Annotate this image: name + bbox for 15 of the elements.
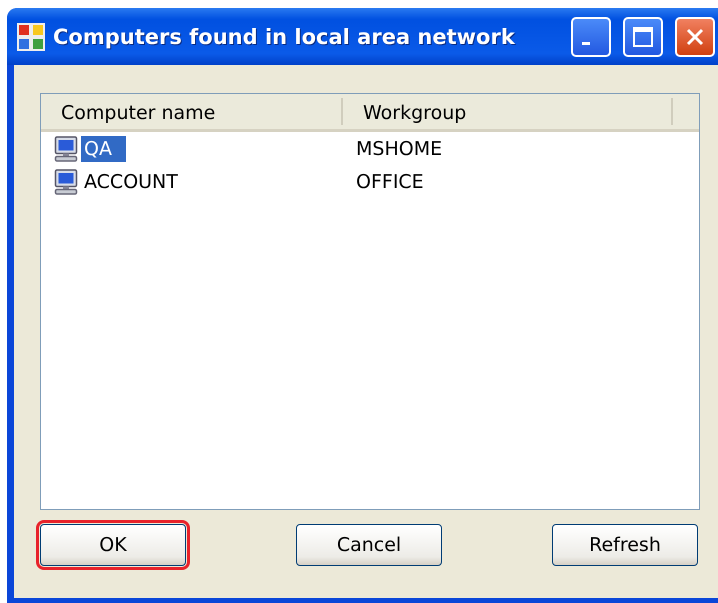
dialog-button[interactable]: Refresh xyxy=(552,524,698,566)
window-title: Computers found in local area network xyxy=(53,24,516,48)
close-button[interactable] xyxy=(675,16,715,56)
workgroup-cell-text: MSHOME xyxy=(355,138,442,160)
computer-name[interactable]: ACCOUNT xyxy=(81,168,192,194)
column-header[interactable]: Computer name xyxy=(41,98,343,125)
maximize-icon xyxy=(632,26,654,48)
computer-name[interactable]: QA xyxy=(81,136,126,162)
workgroup-cell-text: OFFICE xyxy=(355,170,424,192)
window-icon xyxy=(17,22,45,50)
column-header[interactable]: Workgroup xyxy=(343,98,673,125)
maximize-button[interactable] xyxy=(623,16,663,56)
minimize-icon xyxy=(582,42,590,45)
minimize-button[interactable] xyxy=(571,16,611,56)
dialog-button[interactable]: Cancel xyxy=(296,524,442,566)
